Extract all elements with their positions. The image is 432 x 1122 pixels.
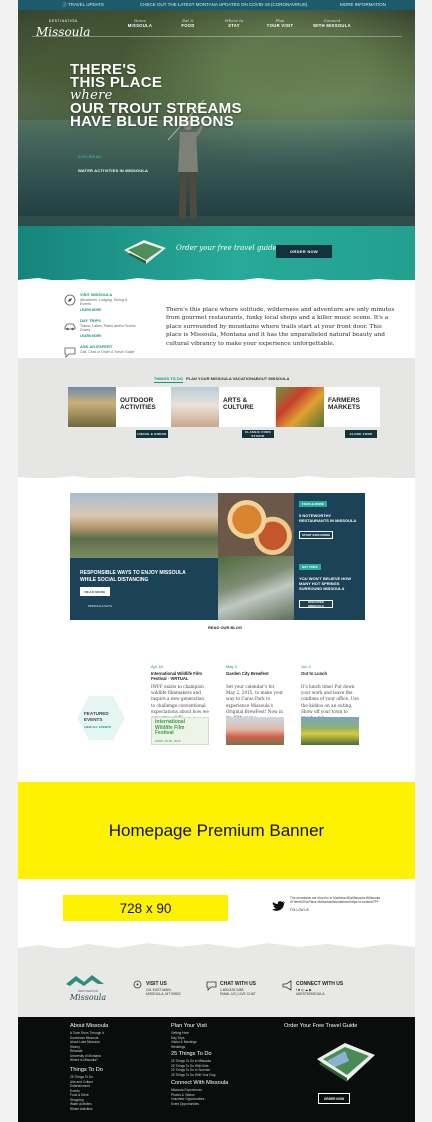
feature-social-distancing[interactable]: RESPONSIBLE WAYS TO ENJOY MISSOULA WHILE… [70,493,218,620]
iwff-poster: International Wildlife Film Festival APR… [151,717,209,745]
hero-headline: THERE'S THIS PLACE where OUR TROUT STREA… [70,61,242,130]
footer-link[interactable]: 25 Things To Do With Your Dog [171,1073,271,1078]
car-icon [64,323,76,331]
footer-link[interactable]: Winter Activities [70,1107,160,1112]
markets-link[interactable]: CLARK FORK [345,430,377,438]
arts-photo [171,387,219,427]
event-card[interactable]: Apr 18 International Wildlife Film Festi… [151,664,211,748]
alert-message-link[interactable]: CHECK OUT THE LATEST MONTANA UPDATES ON … [140,2,308,7]
footer-link[interactable]: Weddings [171,1045,271,1050]
footer-about-list: A Town Runs Through It Downtown Missoula A… [70,1031,160,1063]
tab-plan-vacation[interactable]: PLAN YOUR MISSOULA VACATION [186,376,253,381]
markets-photo [276,387,324,427]
page-gutter-right [415,0,432,1122]
nav-plan-your-visit[interactable]: Plan YOUR VISIT [258,18,302,28]
footer-logo[interactable]: DESTINATION Missoula [62,972,114,1004]
feature-sub-link[interactable]: MISSOULA SAYS [88,604,112,608]
footer-link[interactable]: Event Opportunities [171,1102,271,1107]
tab-about-missoula[interactable]: ABOUT MISSOULA [253,376,289,381]
feature-hot-springs[interactable]: DAY TRIPS YOU WON'T BELIEVE HOW MANY HOT… [294,556,365,620]
footer-order-now-button[interactable]: ORDER NOW [318,1093,350,1104]
category-outdoor-activities[interactable]: OUTDOOR ACTIVITIES [68,387,172,427]
footer-25-list: 25 Things To Do in Missoula 25 Things To … [171,1059,271,1077]
outdoor-link[interactable]: HIKING & BIKING [136,430,168,438]
twitter-icon[interactable] [272,900,286,912]
more-information-link[interactable]: MORE INFORMATION [340,2,386,7]
compass-icon [64,294,76,306]
torn-edge [18,278,415,284]
chat-icon [206,981,217,991]
footer-things-heading[interactable]: Things To Do [70,1067,103,1073]
footer-25-heading[interactable]: 25 Things To Do [171,1051,212,1057]
arts-link[interactable]: CLASSIC FORK STUDIO [242,430,274,438]
hero-explore-link[interactable]: EXPLORE ALL WATER ACTIVITIES IN MISSOULA [78,155,148,177]
intro-paragraph: There's this place where solitude, wilde… [166,307,395,347]
category-farmers-markets[interactable]: FARMERS MARKETS [276,387,380,427]
site-page: ⓘ TRAVEL UPDATE CHECK OUT THE LATEST MON… [18,0,415,1122]
footer-travel-guide-book[interactable] [315,1037,377,1085]
category-arts-culture[interactable]: ARTS & CULTURE [171,387,275,427]
feature-read-more-button[interactable]: READ MORE [80,587,110,596]
footer-link[interactable]: Where is Missoula? [70,1058,160,1063]
nav-stay[interactable]: Where to STAY [212,18,256,28]
torn-edge-2 [18,476,415,482]
guide-text: Order your free travel guide. [176,244,279,252]
homepage-premium-banner[interactable]: Homepage Premium Banner [18,782,415,879]
megaphone-icon [282,980,292,991]
map-pin-icon [133,980,142,989]
leaderboard-ad[interactable]: 728 x 90 [63,895,228,921]
tab-things-to-do[interactable]: THINGS TO DO [154,376,183,383]
pizza-photo [218,493,294,556]
start-exploring-button[interactable]: START EXPLORING [299,531,333,539]
svg-text:Missoula: Missoula [69,993,106,1002]
latest-tweet: The mountains are blue fun in Montana #D… [290,896,394,913]
nav-divider [32,36,402,37]
hot-springs-photo [218,556,294,620]
event-card[interactable]: Jun 3 Out to Lunch It's lunch time! Put … [301,664,361,748]
out-to-lunch-photo [301,717,359,745]
footer-about-heading[interactable]: About Missoula [70,1023,108,1029]
nav-connect[interactable]: Connect WITH MISSOULA [306,18,358,28]
visit-missoula-link[interactable]: VISIT MISSOULA Attractions, Lodging, Din… [64,292,140,314]
discover-missoula-button[interactable]: DISCOVER MISSOULA [299,600,333,608]
footer-things-list: 25 Things To Do Arts and Culture Entertain… [70,1075,160,1111]
chat-bubble-icon [64,347,76,358]
travel-alert-bar: ⓘ TRAVEL UPDATE CHECK OUT THE LATEST MON… [18,0,415,10]
read-our-blog-link[interactable]: READ OUR BLOG [208,625,242,630]
view-all-events-link[interactable]: VIEW ALL EVENTS [84,725,111,729]
alert-icon: ⓘ [62,2,67,7]
travel-guide-book-icon[interactable] [122,234,168,268]
footer-plan-heading[interactable]: Plan Your Visit [171,1023,207,1029]
follow-us-link[interactable]: FOLLOW US [290,908,394,912]
day-trips-link[interactable]: DAY TRIPS Towns, Lakes, Parks and/or Sce… [64,318,140,340]
order-guide-button[interactable]: ORDER NOW [276,245,332,258]
featured-events-heading: FEATURED EVENTS [84,711,109,722]
nav-food[interactable]: Eat & FOOD [166,18,210,28]
destination-missoula-logo[interactable]: DESTINATION Missoula [36,19,90,41]
brewfest-photo [226,717,284,745]
event-card[interactable]: May 2 Garden City Brewfest Set your cale… [226,664,286,748]
missoula-valley-photo [70,493,218,558]
feature-restaurants[interactable]: FOOD & DRINK 5 NOTEWORTHY RESTAURANTS IN… [294,493,365,556]
page-gutter-left [0,0,18,1122]
outdoor-photo [68,387,116,427]
footer-guide-heading: Order Your Free Travel Guide [284,1023,358,1029]
travel-guide-band [18,226,415,280]
footer-plan-list: Getting Here Day Trips Visitor & Meetings W… [171,1031,271,1049]
footer-connect-list: Missoula Experiences Photos & Videos Volun… [171,1088,271,1106]
nav-home-missoula[interactable]: Home MISSOULA [118,18,162,28]
alert-label: TRAVEL UPDATE [68,2,105,7]
footer-connect-heading[interactable]: Connect With Missoula [171,1080,228,1086]
